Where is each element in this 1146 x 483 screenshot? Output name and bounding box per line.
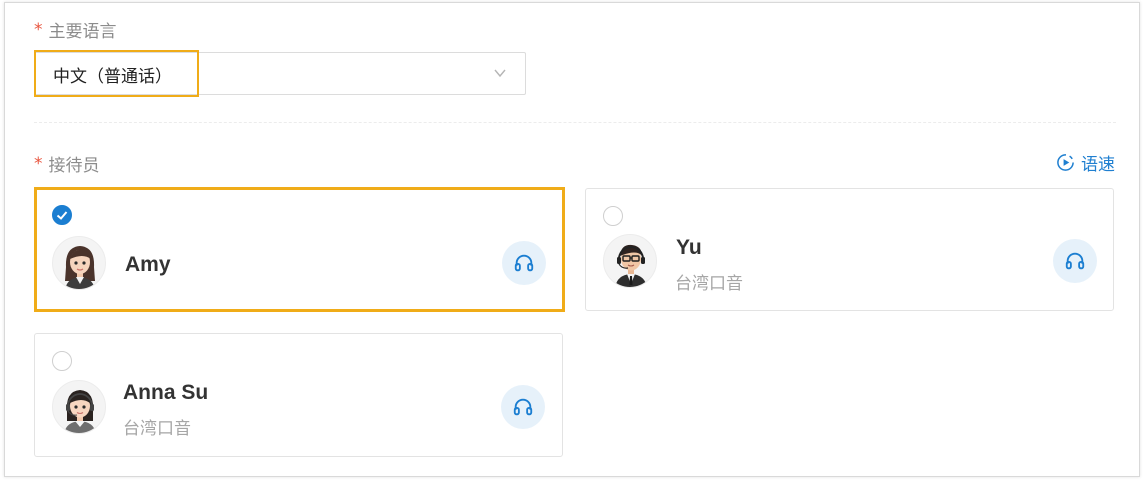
agent-name: Amy [125,253,171,276]
agent-radio-amy[interactable] [52,205,72,225]
required-mark: * [34,153,43,174]
form-panel: * 主要语言 中文（普通话） * 接待员 语速 Amy Yu 台湾口音 Anna… [4,2,1140,477]
section-divider [34,122,1116,123]
avatar-anna-su [52,380,106,434]
language-label-text: 主要语言 [48,22,117,42]
listen-button-amy[interactable] [502,241,546,285]
speech-rate-label: 语速 [1081,155,1115,175]
receptionist-label: * 接待员 [34,151,100,177]
speech-rate-button[interactable]: 语速 [1056,150,1115,175]
agent-radio-anna-su[interactable] [52,351,72,371]
agent-radio-yu[interactable] [603,206,623,226]
agent-card-yu[interactable]: Yu 台湾口音 [585,188,1114,311]
agent-accent: 台湾口音 [675,274,743,294]
listen-button-anna-su[interactable] [501,385,545,429]
headphones-icon [1065,252,1085,270]
agent-accent: 台湾口音 [123,419,191,439]
agent-name: Anna Su [123,381,209,404]
agent-card-anna-su[interactable]: Anna Su 台湾口音 [34,333,563,457]
language-label: * 主要语言 [34,17,117,43]
listen-button-yu[interactable] [1053,239,1097,283]
headphones-icon [513,398,533,416]
avatar-yu [603,234,657,288]
receptionist-label-text: 接待员 [48,156,100,176]
check-icon [56,211,68,220]
language-highlight-box [34,50,199,97]
avatar-amy [52,236,106,290]
agent-name: Yu [676,236,702,259]
chevron-down-icon [494,69,506,78]
required-mark: * [34,19,43,40]
headphones-icon [514,254,534,272]
agent-card-amy[interactable]: Amy [34,187,565,312]
play-circle-icon [1057,154,1074,171]
